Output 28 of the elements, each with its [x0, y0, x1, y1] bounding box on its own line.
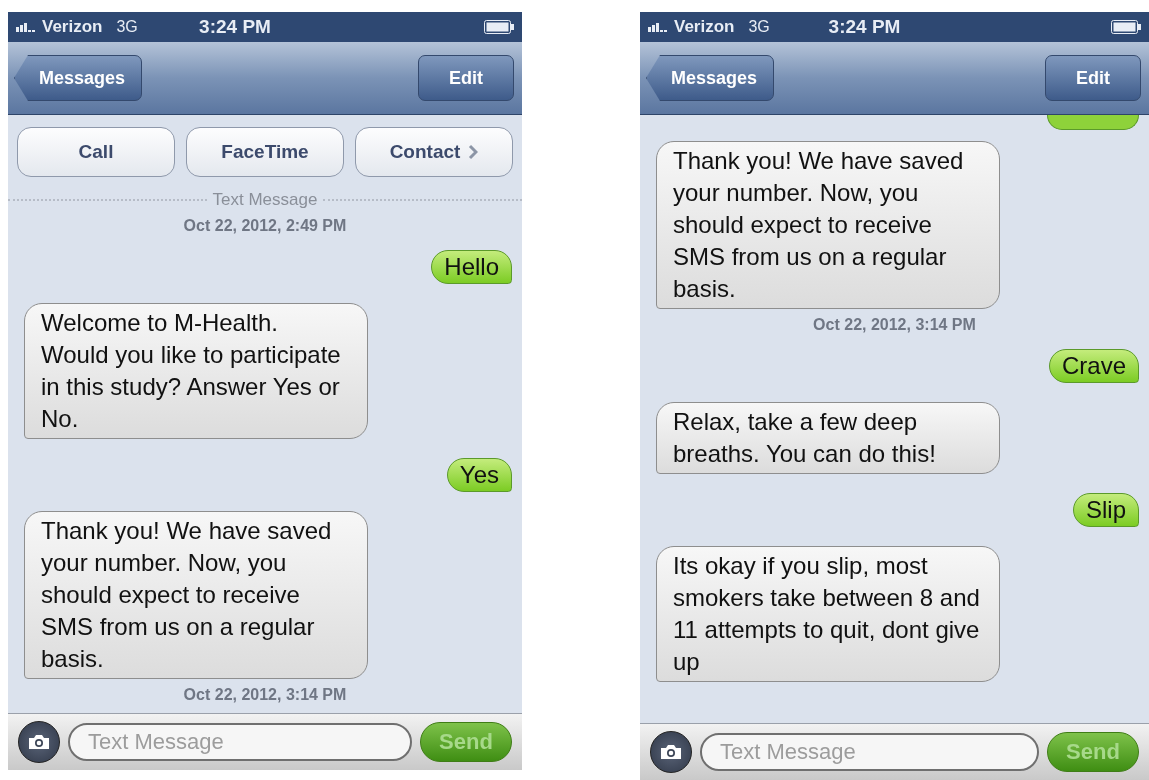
sent-bubble: Yes — [446, 458, 512, 492]
carrier-name: Verizon — [42, 17, 103, 37]
message-input[interactable]: Text Message — [700, 733, 1039, 771]
sent-bubble: Slip — [1072, 493, 1139, 527]
timestamp: Oct 22, 2012, 3:14 PM — [812, 316, 977, 334]
action-button[interactable]: Call — [17, 127, 175, 177]
sent-bubble: Hello — [431, 250, 512, 284]
received-bubble: Thank you! We have saved your number. Now, you should expect to receive SMS from us on a regular basis. — [24, 511, 368, 679]
received-bubble: Thank you! We have saved your number. Now, you should expect to receive SMS from us on a regular basis. — [656, 141, 1000, 309]
sent-bubble: Crave — [1048, 349, 1139, 383]
action-button[interactable]: FaceTime — [186, 127, 344, 177]
network-type: 3G — [116, 18, 138, 36]
received-bubble: Welcome to M-Health. Would you like to participate in this study? Answer Yes or No. — [24, 303, 368, 439]
back-button[interactable]: Messages — [646, 55, 775, 101]
action-button[interactable]: Contact — [355, 127, 513, 177]
edit-button[interactable]: Edit — [418, 55, 514, 101]
status-time: 3:24 PM — [199, 16, 271, 38]
received-bubble: Its okay if you slip, most smokers take between 8 and 11 attempts to quit, dont give up — [656, 546, 1000, 682]
back-button[interactable]: Messages — [14, 55, 143, 101]
timestamp: Oct 22, 2012, 3:14 PM — [182, 686, 348, 704]
status-time: 3:24 PM — [828, 16, 901, 38]
received-bubble: Relax, take a few deep breaths. You can do this! — [656, 402, 1000, 474]
divider-label: Text Message — [212, 190, 318, 210]
carrier-name: Verizon — [674, 17, 735, 37]
network-type: 3G — [748, 18, 770, 36]
edit-button[interactable]: Edit — [1045, 55, 1141, 101]
timestamp: Oct 22, 2012, 2:49 PM — [182, 217, 348, 235]
message-input[interactable]: Text Message — [68, 723, 412, 761]
